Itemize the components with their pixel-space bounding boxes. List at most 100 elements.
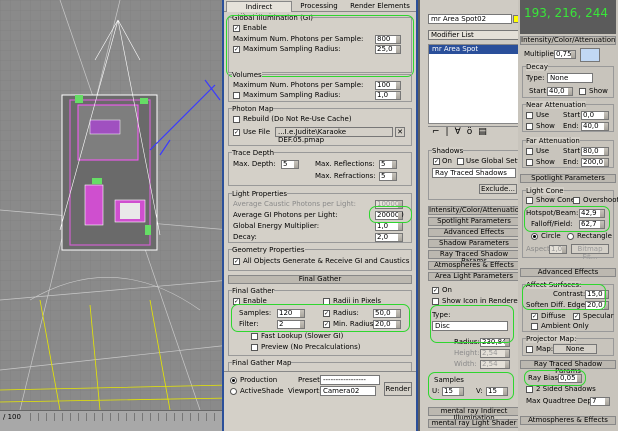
max-depth-label: Max. Depth: bbox=[233, 160, 276, 168]
light-color-swatch[interactable] bbox=[580, 48, 600, 62]
use-global-checkbox[interactable] bbox=[457, 158, 464, 165]
fg-map-title: Final Gather Map bbox=[232, 359, 292, 367]
rollout-light-shader[interactable]: mental ray Light Shader bbox=[428, 419, 520, 428]
tab-indirect-illumination[interactable]: Indirect Illumination bbox=[226, 1, 292, 21]
modifier-stack[interactable]: mr Area Spot bbox=[428, 44, 520, 124]
rollout-intensity[interactable]: Intensity/Color/Attenuation bbox=[428, 206, 524, 215]
preset-dropdown[interactable]: ----------------- bbox=[320, 375, 380, 385]
decay-show-label: Show bbox=[589, 87, 608, 95]
use-file-checkbox[interactable]: ✓ bbox=[233, 129, 240, 136]
time-slider[interactable]: / 100 bbox=[0, 410, 230, 431]
area-width-spinner[interactable]: 2,54 bbox=[480, 360, 510, 369]
trace-depth-group: Trace Depth Max. Depth: 5 Max. Reflectio… bbox=[228, 149, 412, 186]
preview-checkbox[interactable] bbox=[251, 344, 258, 351]
show-cone-checkbox[interactable] bbox=[526, 197, 533, 204]
viewport-dropdown[interactable]: Camera02 bbox=[320, 386, 376, 396]
decay-show-checkbox[interactable] bbox=[579, 88, 586, 95]
modifier-list-dropdown[interactable]: Modifier List bbox=[428, 30, 520, 40]
rectangle-radio[interactable] bbox=[567, 233, 574, 240]
ambient-only-label: Ambient Only bbox=[541, 322, 589, 330]
rectangle-label: Rectangle bbox=[577, 232, 612, 240]
photon-file-path[interactable]: ...I.e.Judite\Karaoke DEF.05.pmap bbox=[275, 127, 393, 144]
timeline-ticks bbox=[30, 413, 230, 421]
far-start-spinner[interactable]: 80,0 bbox=[581, 147, 609, 156]
production-radio[interactable] bbox=[230, 377, 237, 384]
area-on-checkbox[interactable]: ✓ bbox=[432, 287, 439, 294]
atmospheres-rollout[interactable]: Atmospheres & Effects bbox=[520, 416, 616, 425]
rebuild-checkbox[interactable] bbox=[233, 116, 240, 123]
diffuse-label: Diffuse bbox=[541, 312, 566, 320]
intensity-rollout[interactable]: Intensity/Color/Attenuation bbox=[520, 36, 616, 45]
decay-spinner[interactable]: 2,0 bbox=[375, 233, 403, 242]
area-width-label: Width: bbox=[454, 360, 477, 368]
stack-tool-icons[interactable]: ⌐|∀ö▤ bbox=[428, 126, 520, 138]
overshoot-checkbox[interactable] bbox=[573, 197, 580, 204]
shadows-on-checkbox[interactable]: ✓ bbox=[433, 158, 440, 165]
viewport-camera[interactable]: / 100 bbox=[0, 0, 230, 431]
far-end-spinner[interactable]: 200,0 bbox=[581, 158, 609, 167]
vol-radius-checkbox[interactable] bbox=[233, 92, 240, 99]
rollout-indirect[interactable]: mental ray Indirect Illumination bbox=[428, 407, 520, 422]
rebuild-label: Rebuild (Do Not Re-Use Cache) bbox=[243, 115, 352, 123]
decay-start-spinner[interactable]: 40,0 bbox=[547, 87, 573, 96]
final-gather-highlight bbox=[231, 304, 410, 332]
quadtree-spinner[interactable]: 7 bbox=[590, 397, 610, 406]
energy-multiplier-spinner[interactable]: 1,0 bbox=[375, 222, 403, 231]
fast-lookup-checkbox[interactable] bbox=[251, 333, 258, 340]
ambient-only-checkbox[interactable] bbox=[531, 323, 538, 330]
rollout-spotlight[interactable]: Spotlight Parameters bbox=[428, 217, 520, 226]
bitmap-fit-button[interactable]: Bitmap Fit... bbox=[571, 244, 609, 261]
tab-render-elements[interactable]: Render Elements bbox=[346, 1, 414, 12]
circle-radio[interactable] bbox=[531, 233, 538, 240]
render-button[interactable]: Render bbox=[384, 382, 412, 396]
spotlight-rollout[interactable]: Spotlight Parameters bbox=[520, 174, 616, 183]
exclude-button[interactable]: Exclude... bbox=[479, 184, 517, 194]
circle-label: Circle bbox=[541, 232, 561, 240]
area-height-spinner[interactable]: 2,54 bbox=[480, 349, 510, 358]
all-objects-checkbox[interactable]: ✓ bbox=[233, 258, 240, 265]
near-use-checkbox[interactable] bbox=[526, 112, 533, 119]
far-use-label: Use bbox=[536, 147, 550, 155]
rollout-atmospheres[interactable]: Atmospheres & Effects bbox=[428, 261, 520, 270]
near-end-spinner[interactable]: 40,0 bbox=[581, 122, 609, 131]
tab-processing[interactable]: Processing bbox=[294, 1, 344, 12]
preset-label: Preset: bbox=[298, 376, 323, 384]
advanced-effects-rollout[interactable]: Advanced Effects bbox=[520, 268, 616, 277]
rollout-rts-params[interactable]: Ray Traced Shadow Params bbox=[428, 250, 520, 265]
max-reflections-spinner[interactable]: 5 bbox=[379, 160, 397, 169]
rollout-advanced-effects[interactable]: Advanced Effects bbox=[428, 228, 520, 237]
final-gather-rollout[interactable]: Final Gather bbox=[228, 275, 412, 284]
clear-file-icon[interactable]: ✕ bbox=[395, 127, 405, 137]
volumes-group: Volumes Maximum Num. Photons per Sample:… bbox=[228, 71, 412, 102]
aspect-spinner[interactable]: 1,0 bbox=[549, 245, 567, 254]
projector-map-button[interactable]: None bbox=[553, 344, 597, 354]
decay-title: Decay bbox=[526, 63, 548, 71]
vol-photons-spinner[interactable]: 100 bbox=[375, 81, 401, 90]
activeshade-radio[interactable] bbox=[230, 388, 237, 395]
rollout-shadow-parameters[interactable]: Shadow Parameters bbox=[428, 239, 520, 248]
rts-params-rollout[interactable]: Ray Traced Shadow Params bbox=[520, 360, 616, 375]
far-use-checkbox[interactable] bbox=[526, 148, 533, 155]
vol-radius-spinner[interactable]: 1,0 bbox=[375, 91, 401, 100]
fg-map-group: Final Gather Map bbox=[228, 359, 412, 371]
two-sided-checkbox[interactable] bbox=[526, 386, 533, 393]
shadow-type-dropdown[interactable]: Ray Traced Shadows bbox=[432, 168, 516, 178]
projector-map-checkbox[interactable] bbox=[526, 346, 533, 353]
max-refractions-spinner[interactable]: 5 bbox=[379, 172, 397, 181]
stack-item[interactable]: mr Area Spot bbox=[429, 45, 519, 54]
object-name-field[interactable]: mr Area Spot02 bbox=[428, 14, 512, 24]
diffuse-checkbox[interactable]: ✓ bbox=[531, 313, 538, 320]
render-setup-window: Indirect Illumination Processing Render … bbox=[222, 0, 418, 431]
near-start-spinner[interactable]: 0,0 bbox=[581, 111, 609, 120]
multiplier-spinner[interactable]: 0,75 bbox=[554, 50, 576, 59]
max-depth-spinner[interactable]: 5 bbox=[281, 160, 299, 169]
near-show-checkbox[interactable] bbox=[526, 123, 533, 130]
geometry-properties-group: Geometry Properties ✓ All Objects Genera… bbox=[228, 246, 412, 271]
use-file-label: Use File bbox=[243, 128, 271, 136]
show-icon-checkbox[interactable] bbox=[432, 298, 439, 305]
shadows-on-label: On bbox=[442, 157, 452, 165]
decay-type-dropdown[interactable]: None bbox=[547, 73, 593, 83]
specular-checkbox[interactable]: ✓ bbox=[573, 313, 580, 320]
far-show-checkbox[interactable] bbox=[526, 159, 533, 166]
rollout-area-light[interactable]: Area Light Parameters bbox=[428, 272, 520, 281]
